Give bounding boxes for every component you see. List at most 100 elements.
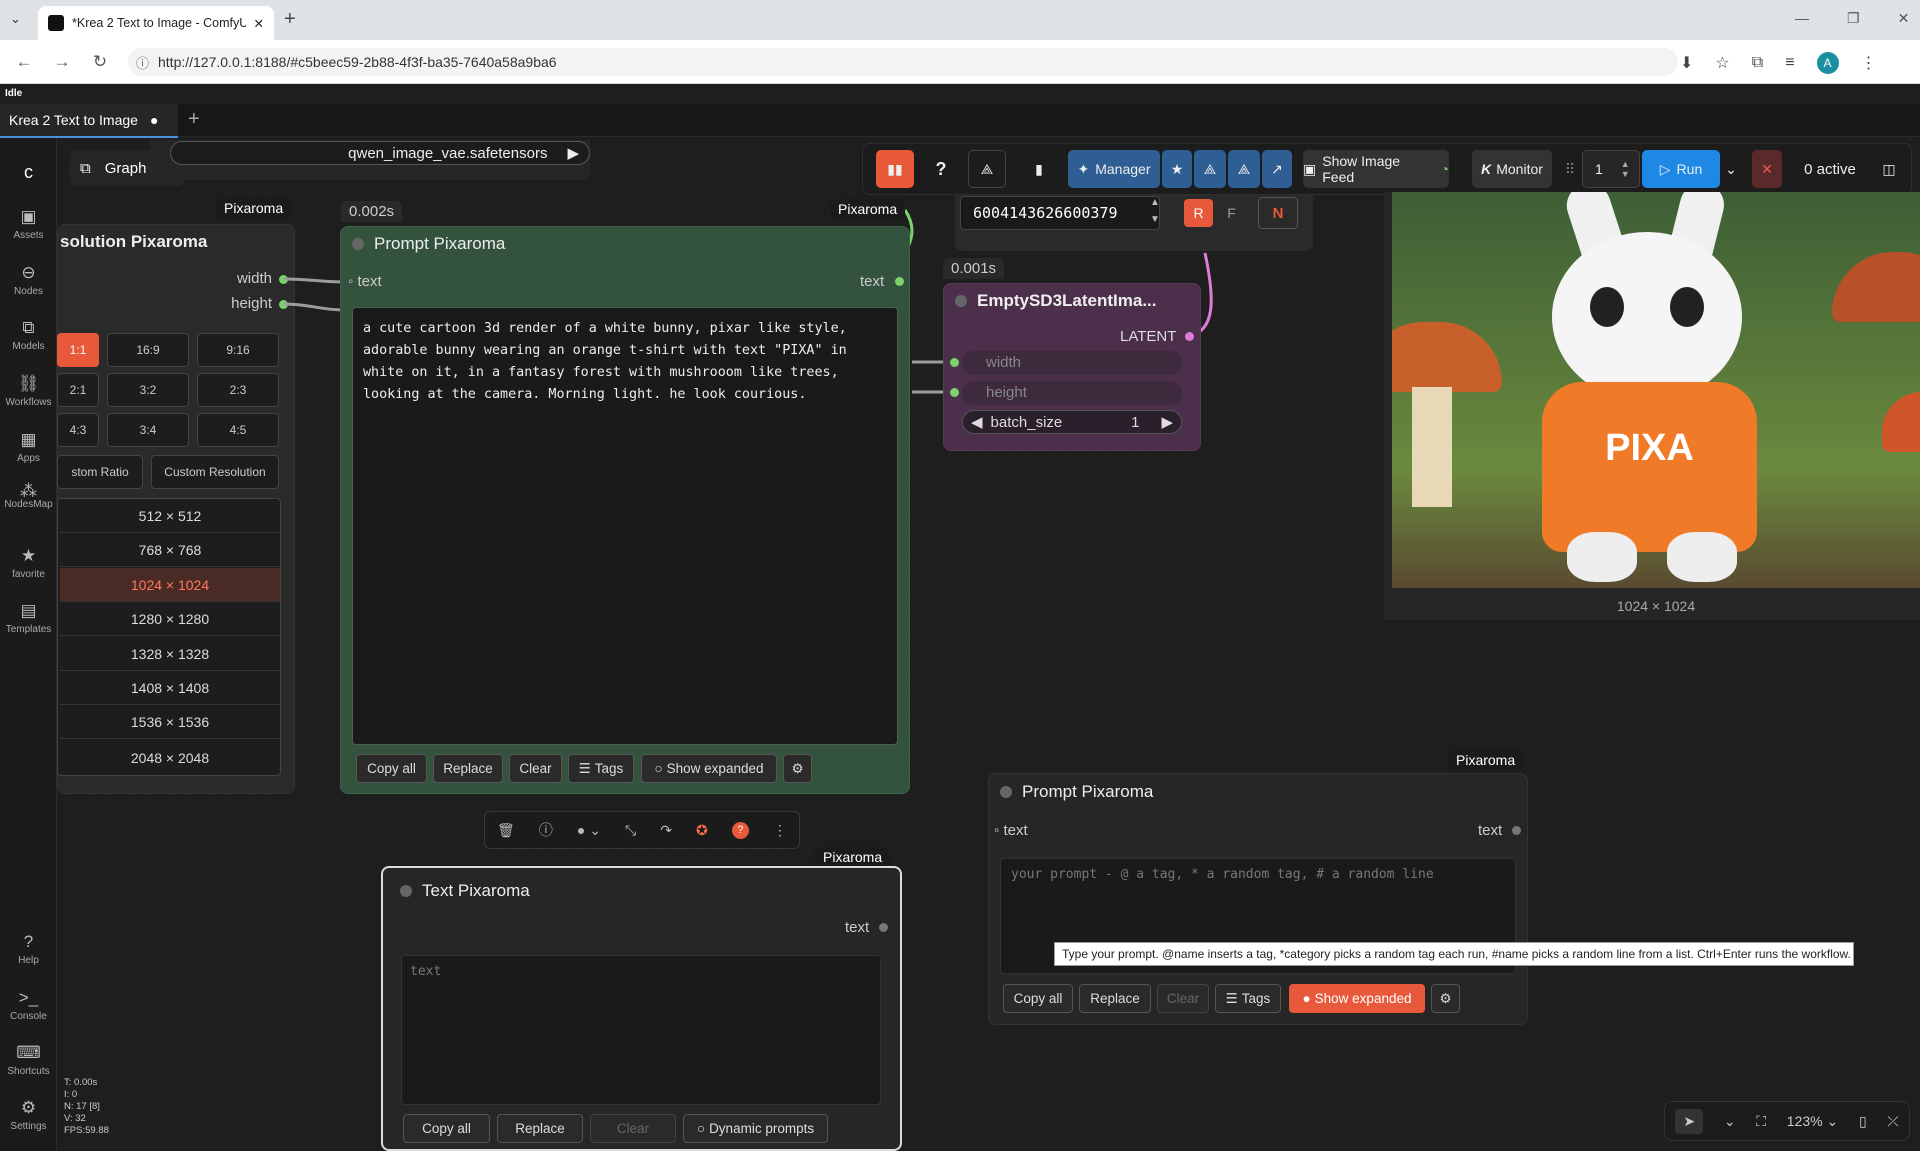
stepper-icon[interactable]: ▲ ▼ <box>1621 159 1630 179</box>
tags-button[interactable]: ☰ Tags <box>568 754 634 783</box>
more-options-icon[interactable]: ⋮ <box>773 822 787 839</box>
settings-gear-button[interactable]: ⚙ <box>1431 984 1460 1013</box>
run-button[interactable]: ▷ Run <box>1642 150 1720 188</box>
height-input-port[interactable] <box>950 388 959 397</box>
clear-button[interactable]: Clear <box>590 1114 676 1143</box>
copy-all-button[interactable]: Copy all <box>356 754 427 783</box>
replace-button[interactable]: Replace <box>1079 984 1151 1013</box>
fit-view-icon[interactable]: ⛶ <box>1756 1113 1766 1130</box>
help-icon[interactable]: ? <box>731 821 749 839</box>
copy-all-button[interactable]: Copy all <box>403 1114 490 1143</box>
prompt-node2-title: Prompt Pixaroma <box>1022 782 1154 801</box>
bunny-shirt: PIXA <box>1542 382 1757 552</box>
queue-count-input[interactable]: 1 ▲ ▼ <box>1582 150 1640 188</box>
preview-image[interactable]: PIXA <box>1392 192 1920 588</box>
logo-icon[interactable]: ⟁ <box>968 150 1006 188</box>
fixed-seed-button[interactable]: F <box>1217 199 1246 227</box>
width-input-port[interactable] <box>950 358 959 367</box>
model-a-icon[interactable]: ⟁ <box>1194 150 1226 188</box>
collapse-icon[interactable]: ⤡ <box>625 822 636 839</box>
run-options-chevron-icon[interactable]: ⌄ <box>1722 150 1740 188</box>
width-input-widget[interactable]: width <box>962 351 1182 375</box>
info-icon[interactable]: ⓘ <box>539 820 553 840</box>
latent-output-label: LATENT <box>1120 328 1177 345</box>
share-icon[interactable]: ↗ <box>1262 150 1292 188</box>
zoom-level[interactable]: 123% ⌄ <box>1787 1113 1838 1130</box>
latent-output-port[interactable] <box>1185 332 1194 341</box>
model-b-icon[interactable]: ⟁ <box>1228 150 1260 188</box>
text-node-title: Text Pixaroma <box>422 881 530 900</box>
list-icon: ☰ <box>578 760 591 776</box>
increment-icon[interactable]: ▶ <box>1161 413 1173 431</box>
mushroom-left <box>1392 322 1502 392</box>
monitor-button[interactable]: K Monitor <box>1472 150 1552 188</box>
show-image-feed-button[interactable]: ▣ Show Image Feed ◔ <box>1303 150 1449 188</box>
prompt-node-badge: Pixaroma <box>830 199 906 219</box>
active-queue-count[interactable]: 0 active <box>1790 150 1870 188</box>
decrement-icon[interactable]: ◀ <box>971 413 983 431</box>
prompt-node-timing: 0.002s <box>341 201 403 222</box>
delete-icon[interactable]: 🗑 <box>497 822 515 839</box>
text-output-label: text <box>845 919 870 936</box>
star-icon[interactable]: ★ <box>1162 150 1192 188</box>
bypass-icon[interactable]: ↷ <box>660 822 672 839</box>
randomize-seed-button[interactable]: R <box>1184 199 1213 227</box>
seed-stepper[interactable]: ▲ ▼ <box>1150 194 1160 228</box>
k-icon: K <box>1481 161 1492 177</box>
pixaroma-icon[interactable]: ✪ <box>696 822 708 839</box>
text-textarea[interactable]: text <box>401 955 881 1105</box>
show-expanded-button[interactable]: ○ Show expanded <box>641 754 777 783</box>
collapse-dot-icon[interactable] <box>1000 786 1012 798</box>
color-picker-icon[interactable]: ● ⌄ <box>577 822 601 839</box>
minimap-icon[interactable]: ▯ <box>1859 1113 1867 1130</box>
collapse-dot-icon[interactable] <box>400 885 412 897</box>
prompt-textarea[interactable]: a cute cartoon 3d render of a white bunn… <box>352 307 898 745</box>
replace-button[interactable]: Replace <box>433 754 503 783</box>
bookmark-icon[interactable]: ▮ <box>1022 150 1056 188</box>
clear-button[interactable]: Clear <box>509 754 562 783</box>
manager-button[interactable]: ✦ Manager <box>1068 150 1160 188</box>
pixaroma-toggle-icon[interactable]: ▮▮ <box>876 150 914 188</box>
text-output-port[interactable] <box>879 923 888 932</box>
select-mode-icon[interactable]: ➤ <box>1675 1108 1704 1134</box>
latent-node-timing: 0.001s <box>943 258 1005 279</box>
dynamic-prompts-button[interactable]: ○ Dynamic prompts <box>683 1114 828 1143</box>
height-input-widget[interactable]: height <box>962 381 1182 405</box>
settings-gear-button[interactable]: ⚙ <box>783 754 812 783</box>
cancel-icon[interactable]: ✕ <box>1752 150 1782 188</box>
puzzle-icon: ✦ <box>1077 160 1090 177</box>
hide-links-icon[interactable]: ⤫ <box>1887 1113 1898 1130</box>
selection-toolbox: 🗑 ⓘ ● ⌄ ⤡ ↷ ✪ ? ⋮ <box>484 811 800 849</box>
down-arrow-icon: ▼ <box>1150 214 1160 225</box>
copy-all-button[interactable]: Copy all <box>1003 984 1073 1013</box>
preview-caption: 1024 × 1024 <box>1616 598 1696 614</box>
clear-button[interactable]: Clear <box>1157 984 1209 1013</box>
latent-node-title: EmptySD3LatentIma... <box>977 291 1157 310</box>
list-icon: ☰ <box>1225 990 1238 1006</box>
prompt-node-header: Prompt Pixaroma <box>352 234 505 254</box>
input-text-slot[interactable]: ◦ text <box>348 273 382 290</box>
chevron-down-icon[interactable]: ⌄ <box>1724 1113 1736 1130</box>
input-text-slot[interactable]: ◦ text <box>994 822 1028 839</box>
image-icon: ▣ <box>1303 160 1317 177</box>
prompt-node-title: Prompt Pixaroma <box>374 234 506 253</box>
drag-handle-icon[interactable]: ⠿ <box>1562 150 1578 188</box>
help-icon[interactable]: ? <box>924 150 958 188</box>
up-arrow-icon: ▲ <box>1150 197 1160 208</box>
text-output-port[interactable] <box>895 277 904 286</box>
new-seed-button[interactable]: N <box>1258 197 1298 229</box>
play-icon: ▷ <box>1659 160 1671 177</box>
batch-size-widget[interactable]: ◀ batch_size 1 ▶ <box>962 410 1182 434</box>
tags-button[interactable]: ☰ Tags <box>1215 984 1281 1013</box>
seed-input[interactable]: 6004143626600379 <box>960 196 1160 230</box>
output-text-label: text <box>1478 822 1503 839</box>
gear-icon: ⚙ <box>791 760 804 776</box>
output-text-label: text <box>860 273 885 290</box>
text-node-badge: Pixaroma <box>815 847 891 867</box>
replace-button[interactable]: Replace <box>497 1114 583 1143</box>
collapse-dot-icon[interactable] <box>352 238 364 250</box>
toggle-panel-icon[interactable]: ◫ <box>1874 150 1904 188</box>
text-output-port[interactable] <box>1512 826 1521 835</box>
collapse-dot-icon[interactable] <box>955 295 967 307</box>
show-expanded-button[interactable]: ● Show expanded <box>1289 984 1425 1013</box>
